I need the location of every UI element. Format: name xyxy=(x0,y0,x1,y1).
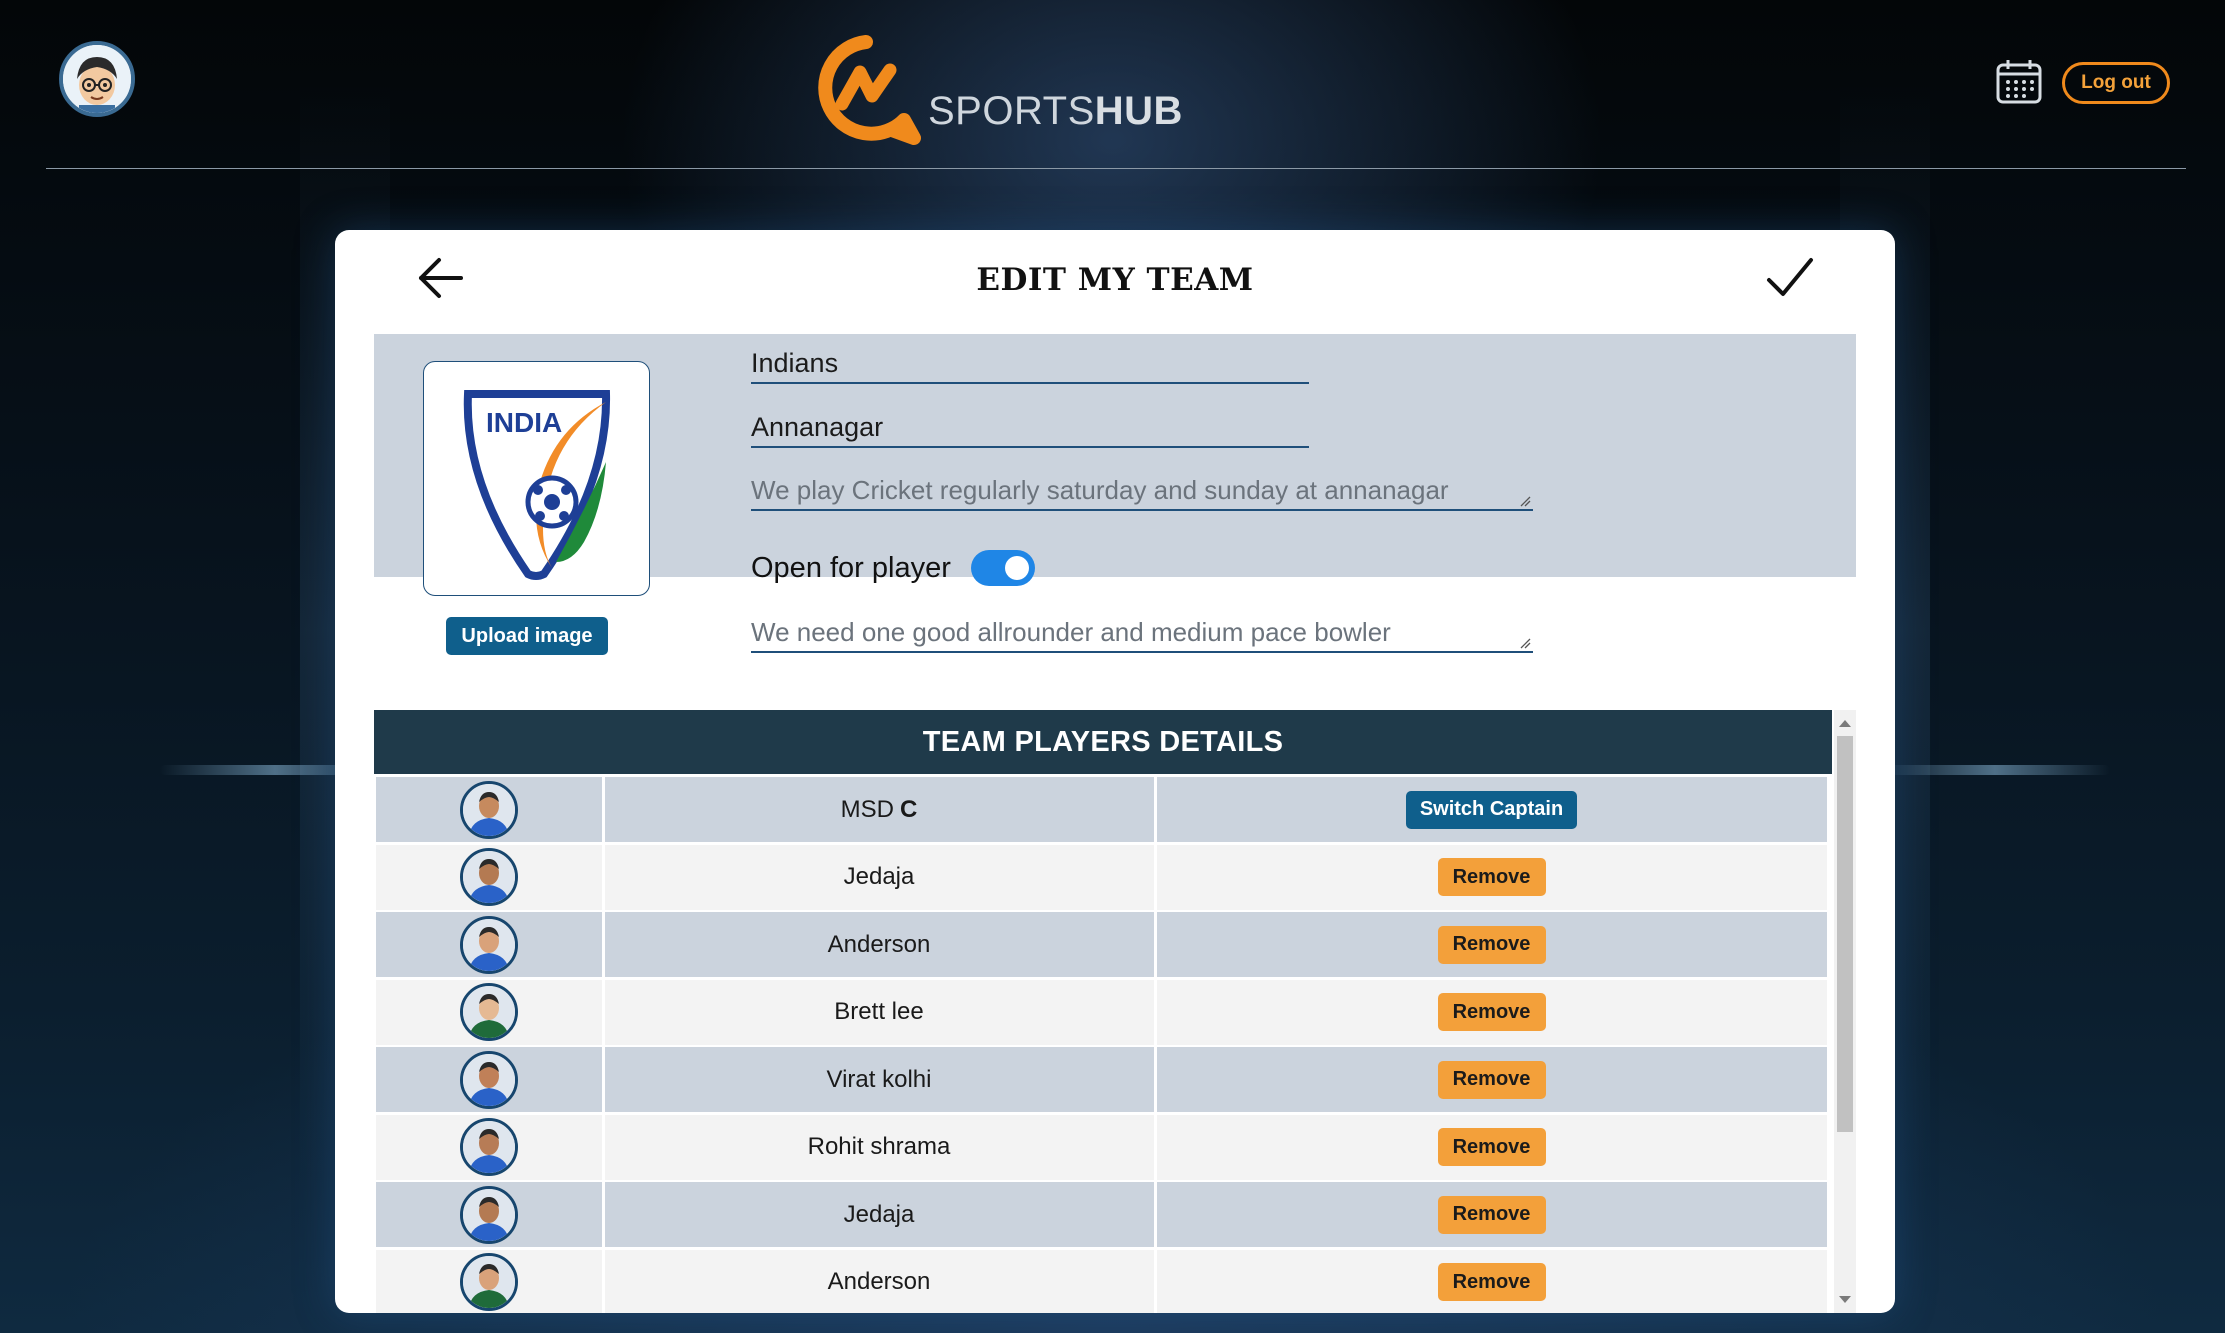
open-for-player-toggle[interactable] xyxy=(971,550,1035,586)
player-name: Anderson xyxy=(827,930,931,958)
scroll-thumb[interactable] xyxy=(1837,736,1853,1132)
logo-mark-icon xyxy=(818,35,921,145)
player-name-cell: Jedaja xyxy=(604,1182,1154,1247)
player-photo-cell xyxy=(375,1249,602,1313)
resize-grip-icon[interactable] xyxy=(1519,495,1531,507)
player-photo-cell xyxy=(375,1114,602,1180)
player-name-cell: Brett lee xyxy=(604,979,1154,1045)
player-row: MSD C Switch Captain xyxy=(374,776,1832,844)
player-row: Brett lee Remove xyxy=(374,979,1832,1047)
toggle-knob xyxy=(1005,556,1029,580)
brand-suffix: HUB xyxy=(1094,89,1183,133)
player-action-cell: Remove xyxy=(1156,1249,1827,1313)
player-name: Anderson xyxy=(827,1268,931,1295)
player-row: Virat kolhi Remove xyxy=(374,1046,1832,1114)
brand-name: SPORTSHUB xyxy=(928,89,1183,134)
switch-captain-button[interactable]: Switch Captain xyxy=(1405,790,1578,829)
player-action-cell: Switch Captain xyxy=(1156,777,1827,842)
player-name: Virat kolhi xyxy=(826,1065,932,1093)
remove-player-button[interactable]: Remove xyxy=(1437,858,1546,896)
player-avatar xyxy=(459,1050,518,1109)
player-action-cell: Remove xyxy=(1156,912,1827,977)
player-action-cell: Remove xyxy=(1156,979,1827,1045)
calendar-icon[interactable] xyxy=(1995,59,2043,105)
captain-badge: C xyxy=(900,795,918,823)
india-football-logo-icon: INDIA xyxy=(463,390,611,580)
player-action-cell: Remove xyxy=(1156,844,1827,910)
player-photo-cell xyxy=(375,777,602,842)
remove-player-button[interactable]: Remove xyxy=(1437,925,1546,964)
scroll-up-arrow-icon[interactable] xyxy=(1839,720,1851,727)
player-name-cell: Anderson xyxy=(604,912,1154,977)
player-name: MSD xyxy=(840,795,894,823)
player-action-cell: Remove xyxy=(1156,1182,1827,1247)
player-photo-cell xyxy=(375,1047,602,1112)
sportshub-logo: SPORTSHUB xyxy=(810,26,1183,146)
remove-player-button[interactable]: Remove xyxy=(1437,1263,1546,1301)
player-name-cell: Virat kolhi xyxy=(604,1047,1154,1112)
team-players-table: TEAM PLAYERS DETAILS MSD C Switch Captain J… xyxy=(374,710,1856,1313)
brand-prefix: SPORTS xyxy=(928,89,1095,133)
header-divider xyxy=(46,168,2186,169)
remove-player-button[interactable]: Remove xyxy=(1437,993,1546,1031)
player-avatar xyxy=(459,780,518,839)
team-info-panel: INDIA Upload image Indians Annanagar We … xyxy=(374,334,1856,655)
player-row: Jedaja Remove xyxy=(374,844,1832,912)
remove-player-button[interactable]: Remove xyxy=(1437,1128,1546,1166)
team-logo: INDIA xyxy=(423,361,650,596)
player-row: Anderson Remove xyxy=(374,911,1832,979)
team-description-field[interactable]: We play Cricket regularly saturday and s… xyxy=(751,475,1533,511)
light-streak-right xyxy=(1880,765,2110,775)
player-row: Rohit shrama Remove xyxy=(374,1114,1832,1182)
user-avatar[interactable] xyxy=(59,41,135,117)
team-name-field[interactable]: Indians xyxy=(751,348,1309,384)
player-name-cell: MSD C xyxy=(604,777,1154,842)
player-name: Jedaja xyxy=(843,1200,915,1228)
page-title: EDIT MY TEAM xyxy=(976,262,1254,298)
save-check-icon[interactable] xyxy=(1765,256,1815,300)
resize-grip-icon[interactable] xyxy=(1519,637,1531,649)
team-requirement-text: We need one good allrounder and medium p… xyxy=(751,617,1391,647)
player-name: Jedaja xyxy=(843,863,915,890)
edit-team-card: EDIT MY TEAM INDIA Upload image Indians … xyxy=(335,230,1895,1313)
team-description-text: We play Cricket regularly saturday and s… xyxy=(751,475,1449,505)
player-photo-cell xyxy=(375,844,602,910)
player-name-cell: Jedaja xyxy=(604,844,1154,910)
player-photo-cell xyxy=(375,979,602,1045)
players-scrollbar[interactable] xyxy=(1834,710,1856,1313)
player-name-cell: Rohit shrama xyxy=(604,1114,1154,1180)
player-photo-cell xyxy=(375,912,602,977)
players-table-body: MSD C Switch Captain Jedaja Remove Anderson Re… xyxy=(374,776,1832,1313)
remove-player-button[interactable]: Remove xyxy=(1437,1060,1546,1099)
player-avatar xyxy=(459,1185,518,1244)
logo-text: INDIA xyxy=(486,407,562,438)
player-name: Rohit shrama xyxy=(807,1133,951,1160)
open-for-player-label: Open for player xyxy=(751,552,951,584)
upload-image-button[interactable]: Upload image xyxy=(446,617,608,655)
player-avatar xyxy=(459,1253,518,1311)
player-name: Brett lee xyxy=(834,998,924,1025)
player-avatar xyxy=(459,848,518,906)
player-avatar xyxy=(459,983,518,1041)
player-row: Anderson Remove xyxy=(374,1249,1832,1313)
player-row: Jedaja Remove xyxy=(374,1181,1832,1249)
player-photo-cell xyxy=(375,1182,602,1247)
players-table-title: TEAM PLAYERS DETAILS xyxy=(374,710,1832,774)
player-avatar xyxy=(459,1118,518,1176)
logout-button[interactable]: Log out xyxy=(2062,62,2170,104)
avatar-cartoon-icon xyxy=(63,45,131,113)
scroll-down-arrow-icon[interactable] xyxy=(1839,1296,1851,1303)
remove-player-button[interactable]: Remove xyxy=(1437,1195,1546,1234)
player-avatar xyxy=(459,915,518,974)
player-action-cell: Remove xyxy=(1156,1114,1827,1180)
player-name-cell: Anderson xyxy=(604,1249,1154,1313)
team-requirement-field[interactable]: We need one good allrounder and medium p… xyxy=(751,617,1533,653)
player-action-cell: Remove xyxy=(1156,1047,1827,1112)
team-location-field[interactable]: Annanagar xyxy=(751,412,1309,448)
